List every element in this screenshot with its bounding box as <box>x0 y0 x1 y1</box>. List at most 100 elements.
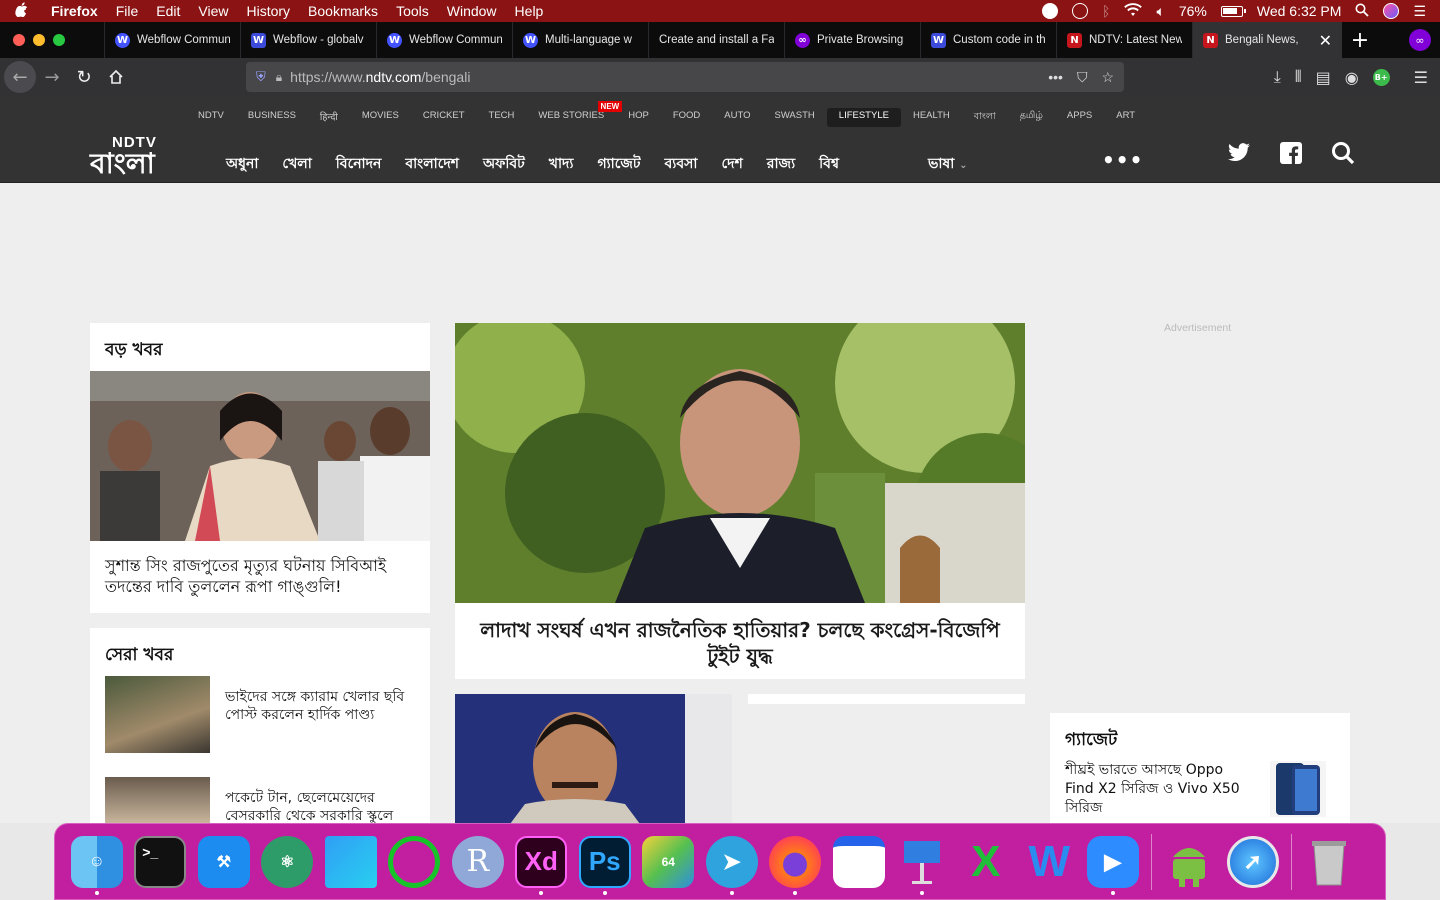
top-nav-item[interactable]: FOOD <box>661 108 712 127</box>
forward-button[interactable]: → <box>36 61 68 93</box>
adobe-xd-icon[interactable]: Xd <box>510 831 574 895</box>
close-window-button[interactable] <box>13 34 25 46</box>
hamburger-menu-icon[interactable]: ☰ <box>1414 68 1428 87</box>
top-nav-item[interactable]: HEALTH <box>901 108 962 127</box>
lock-icon[interactable]: 🔒︎ <box>276 70 282 85</box>
circle-app-icon[interactable] <box>383 831 447 893</box>
close-tab-icon[interactable]: ✕ <box>1319 31 1332 50</box>
main-nav-item[interactable]: বাংলাদেশ <box>393 152 471 176</box>
bluestacks-icon[interactable]: 64 <box>637 831 701 893</box>
browser-tab[interactable]: W Webflow Commun <box>376 22 512 58</box>
main-nav-item[interactable]: দেশ <box>709 152 754 176</box>
top-news-headline[interactable]: সুশান্ত সিং রাজপুতের মৃত্যুর ঘটনায় সিবি… <box>105 555 420 597</box>
menu-history[interactable]: History <box>237 3 299 19</box>
list-item-headline[interactable]: ভাইদের সঙ্গে ক্যারাম খেলার ছবি পোস্ট করল… <box>225 688 405 724</box>
menu-bookmarks[interactable]: Bookmarks <box>299 3 387 19</box>
downloads-icon[interactable]: ⤓ <box>1274 67 1281 87</box>
menu-edit[interactable]: Edit <box>147 3 189 19</box>
bluetooth-icon[interactable]: ᛒ <box>1102 3 1110 19</box>
spotlight-search-icon[interactable] <box>1355 3 1370 20</box>
top-nav-item[interactable]: TECH <box>477 108 527 127</box>
top-nav-item[interactable]: CRICKET <box>411 108 477 127</box>
browser-tab[interactable]: W Custom code in th <box>920 22 1056 58</box>
main-nav-item[interactable]: অফবিট <box>471 152 537 176</box>
telegram-icon[interactable]: ➤ <box>700 831 764 895</box>
url-text[interactable]: https://www.ndtv.com/bengali <box>290 69 1048 85</box>
top-nav-item[interactable]: BUSINESS <box>236 108 308 127</box>
menu-help[interactable]: Help <box>506 3 553 19</box>
bookmark-star-icon[interactable]: ☆ <box>1101 69 1114 86</box>
top-news-photo[interactable] <box>90 371 430 541</box>
menu-app-name[interactable]: Firefox <box>42 3 107 19</box>
news-thumbnail[interactable] <box>105 777 210 823</box>
browser-tab[interactable]: Create and install a Fa <box>648 22 784 58</box>
safari-icon[interactable]: ➚ <box>1221 831 1285 893</box>
notification-center-icon[interactable]: ☰ <box>1413 3 1426 20</box>
page-actions-icon[interactable]: ••• <box>1048 69 1063 86</box>
browser-tab[interactable]: W Multi-language w <box>512 22 648 58</box>
top-nav-item[interactable]: HOP <box>616 108 661 127</box>
menu-file[interactable]: File <box>107 3 148 19</box>
keynote-icon[interactable] <box>891 831 955 895</box>
clock[interactable]: Wed 6:32 PM <box>1257 3 1342 19</box>
main-nav-item[interactable]: ব্যবসা <box>653 152 710 176</box>
top-nav-item[interactable]: SWASTH <box>762 108 826 127</box>
account-icon[interactable]: ◉ <box>1345 68 1359 87</box>
extension-icon[interactable]: B+ <box>1372 68 1390 86</box>
android-icon[interactable] <box>1158 831 1222 893</box>
excel-x-icon[interactable]: X <box>954 831 1018 893</box>
wifi-icon[interactable] <box>1124 2 1143 20</box>
siri-icon[interactable] <box>1383 3 1400 19</box>
browser-tab[interactable]: W Webflow Commun <box>104 22 240 58</box>
sidebar-icon[interactable]: ▤ <box>1316 68 1331 87</box>
firefox-icon[interactable] <box>764 831 828 895</box>
r-app-icon[interactable]: R <box>446 831 510 893</box>
gadget-headline[interactable]: শীঘ্রই ভারতে আসছে Oppo Find X2 সিরিজ ও V… <box>1065 761 1245 818</box>
top-nav-item-web-stories[interactable]: WEB STORIES NEW <box>526 101 623 127</box>
reload-button[interactable]: ↻ <box>68 61 100 93</box>
volume-icon[interactable]: 🔈︎ <box>1156 3 1164 20</box>
new-tab-button[interactable]: + <box>1342 22 1378 58</box>
zoom-window-button[interactable] <box>53 34 65 46</box>
facebook-icon[interactable] <box>1278 140 1304 166</box>
trash-icon[interactable] <box>1298 831 1362 893</box>
language-dropdown[interactable]: ভাষা ⌄ <box>928 152 968 176</box>
main-nav-item[interactable]: বিশ্ব <box>807 152 851 176</box>
top-nav-item[interactable]: ART <box>1104 108 1147 127</box>
lead-story-photo[interactable] <box>455 323 1025 603</box>
library-icon[interactable]: ⫴ <box>1295 67 1302 87</box>
top-nav-item[interactable]: हिन्दी <box>308 108 350 127</box>
search-icon[interactable] <box>1330 140 1356 166</box>
terminal-icon[interactable]: >_ <box>129 831 193 893</box>
main-nav-item[interactable]: বিনোদন <box>324 152 394 176</box>
top-nav-item[interactable]: বাংলা <box>962 108 1008 127</box>
menu-tools[interactable]: Tools <box>387 3 438 19</box>
more-menu-button[interactable]: ••• <box>1102 148 1143 172</box>
list-item[interactable]: পকেটে টান, ছেলেমেয়েদের বেসরকারি থেকে সর… <box>105 777 420 823</box>
accessibility-icon[interactable] <box>1072 3 1089 19</box>
back-button[interactable]: ← <box>4 61 36 93</box>
main-nav-item[interactable]: গ্যাজেট <box>585 152 652 176</box>
top-nav-item[interactable]: NDTV <box>186 108 236 127</box>
pocket-icon[interactable]: ⛉ <box>1077 69 1088 86</box>
menu-view[interactable]: View <box>189 3 237 19</box>
url-bar[interactable]: ⛨ 🔒︎ https://www.ndtv.com/bengali ••• ⛉ … <box>246 62 1124 92</box>
home-button[interactable] <box>100 61 132 93</box>
twitter-icon[interactable] <box>1226 140 1252 166</box>
news-thumbnail[interactable] <box>105 676 210 753</box>
browser-tab[interactable]: N NDTV: Latest New <box>1056 22 1192 58</box>
w-app-icon[interactable]: W <box>1018 831 1082 893</box>
main-nav-item[interactable]: খাদ্য <box>537 152 586 176</box>
browser-tab-active[interactable]: N Bengali News, ✕ <box>1192 22 1342 58</box>
zoom-icon[interactable]: ▶ <box>1081 831 1145 895</box>
browser-tab[interactable]: ∞ Private Browsing <box>784 22 920 58</box>
sketch-app-icon[interactable] <box>319 831 383 893</box>
minimize-window-button[interactable] <box>33 34 45 46</box>
top-nav-item[interactable]: தமிழ் <box>1008 108 1055 127</box>
top-nav-item-active[interactable]: LIFESTYLE <box>826 108 901 127</box>
main-nav-item[interactable]: অধুনা <box>214 152 270 176</box>
xcode-icon[interactable]: ⚒ <box>192 831 256 893</box>
top-nav-item[interactable]: MOVIES <box>350 108 411 127</box>
atom-icon[interactable]: ⚛ <box>256 831 320 893</box>
main-nav-item[interactable]: রাজ্য <box>755 152 807 176</box>
